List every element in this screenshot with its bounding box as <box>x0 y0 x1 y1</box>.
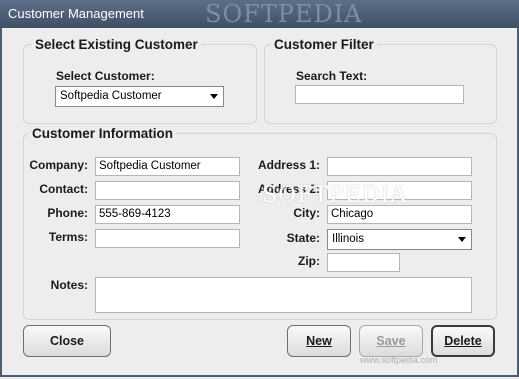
company-field[interactable]: Softpedia Customer <box>95 157 240 176</box>
address1-field[interactable] <box>327 157 472 176</box>
delete-button[interactable]: Delete <box>431 325 495 357</box>
select-customer-group-title: Select Existing Customer <box>32 37 201 52</box>
select-customer-value: Softpedia Customer <box>60 90 162 102</box>
zip-label: Zip: <box>298 254 320 268</box>
notes-field[interactable] <box>95 277 472 313</box>
company-label: Company: <box>29 158 88 172</box>
notes-label: Notes: <box>50 278 88 292</box>
zip-field[interactable] <box>327 253 400 272</box>
watermark: SOFTPEDIA <box>262 183 408 208</box>
window-title: Customer Management <box>8 6 144 21</box>
phone-field[interactable]: 555-869-4123 <box>95 205 240 224</box>
search-text-label: Search Text: <box>296 69 368 83</box>
state-label: State: <box>286 231 320 245</box>
contact-field[interactable] <box>95 181 240 200</box>
watermark-url: www.softpedia.com <box>360 355 438 365</box>
chevron-down-icon <box>458 237 466 242</box>
search-text-input[interactable] <box>295 85 464 104</box>
select-customer-label: Select Customer: <box>56 69 155 83</box>
state-value: Illinois <box>332 233 364 245</box>
save-button[interactable]: Save <box>359 325 423 357</box>
customer-filter-group <box>264 44 497 124</box>
address1-label: Address 1: <box>257 158 320 172</box>
contact-label: Contact: <box>39 182 88 196</box>
select-customer-dropdown[interactable]: Softpedia Customer <box>55 86 224 107</box>
title-bar: Customer Management SOFTPEDIA <box>0 0 519 28</box>
chevron-down-icon <box>210 94 218 99</box>
state-dropdown[interactable]: Illinois <box>327 229 472 250</box>
terms-label: Terms: <box>48 230 88 244</box>
select-customer-group <box>23 44 257 124</box>
close-button[interactable]: Close <box>23 325 111 357</box>
customer-info-group-title: Customer Information <box>29 126 177 141</box>
new-button[interactable]: New <box>287 325 351 357</box>
title-watermark: SOFTPEDIA <box>205 0 363 28</box>
city-label: City: <box>293 206 320 220</box>
phone-label: Phone: <box>47 206 88 220</box>
terms-field[interactable] <box>95 229 240 248</box>
customer-filter-group-title: Customer Filter <box>271 37 377 52</box>
